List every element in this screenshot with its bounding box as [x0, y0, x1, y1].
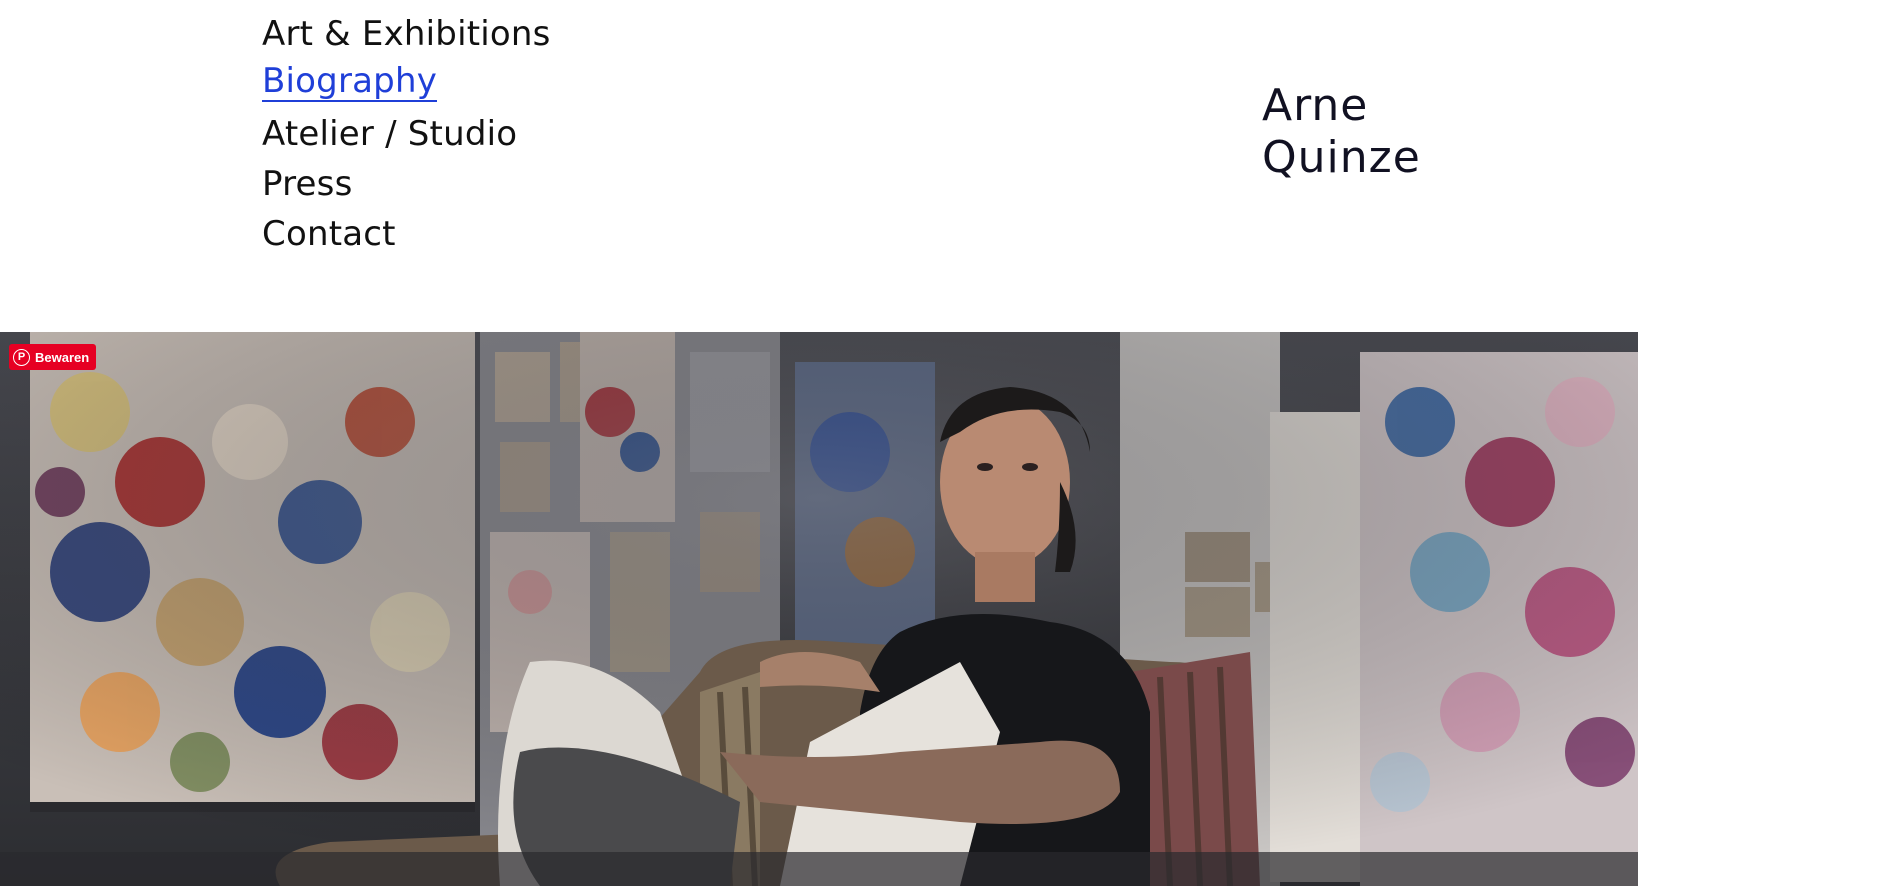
- nav-item: Press: [262, 162, 551, 212]
- nav-item: Art & Exhibitions: [262, 12, 551, 62]
- nav-link-atelier-studio[interactable]: Atelier / Studio: [262, 112, 517, 156]
- pinterest-icon: P: [13, 348, 30, 366]
- site-logo[interactable]: Arne Quinze: [1262, 80, 1421, 184]
- nav-link-contact[interactable]: Contact: [262, 212, 396, 256]
- main-navigation: Art & Exhibitions Biography Atelier / St…: [262, 12, 551, 262]
- nav-item: Contact: [262, 212, 551, 262]
- pinterest-save-button[interactable]: P Bewaren: [9, 344, 97, 370]
- logo-last-name: Quinze: [1262, 132, 1421, 183]
- hero-photo-artist-studio: [0, 332, 1638, 886]
- nav-link-art-exhibitions[interactable]: Art & Exhibitions: [262, 12, 551, 56]
- studio-photo: [0, 332, 1638, 886]
- logo-first-name: Arne: [1262, 80, 1369, 131]
- pinterest-save-label: Bewaren: [35, 349, 90, 365]
- nav-link-biography[interactable]: Biography: [262, 62, 438, 102]
- nav-item: Atelier / Studio: [262, 112, 551, 162]
- nav-item: Biography: [262, 62, 551, 112]
- nav-link-press[interactable]: Press: [262, 162, 352, 206]
